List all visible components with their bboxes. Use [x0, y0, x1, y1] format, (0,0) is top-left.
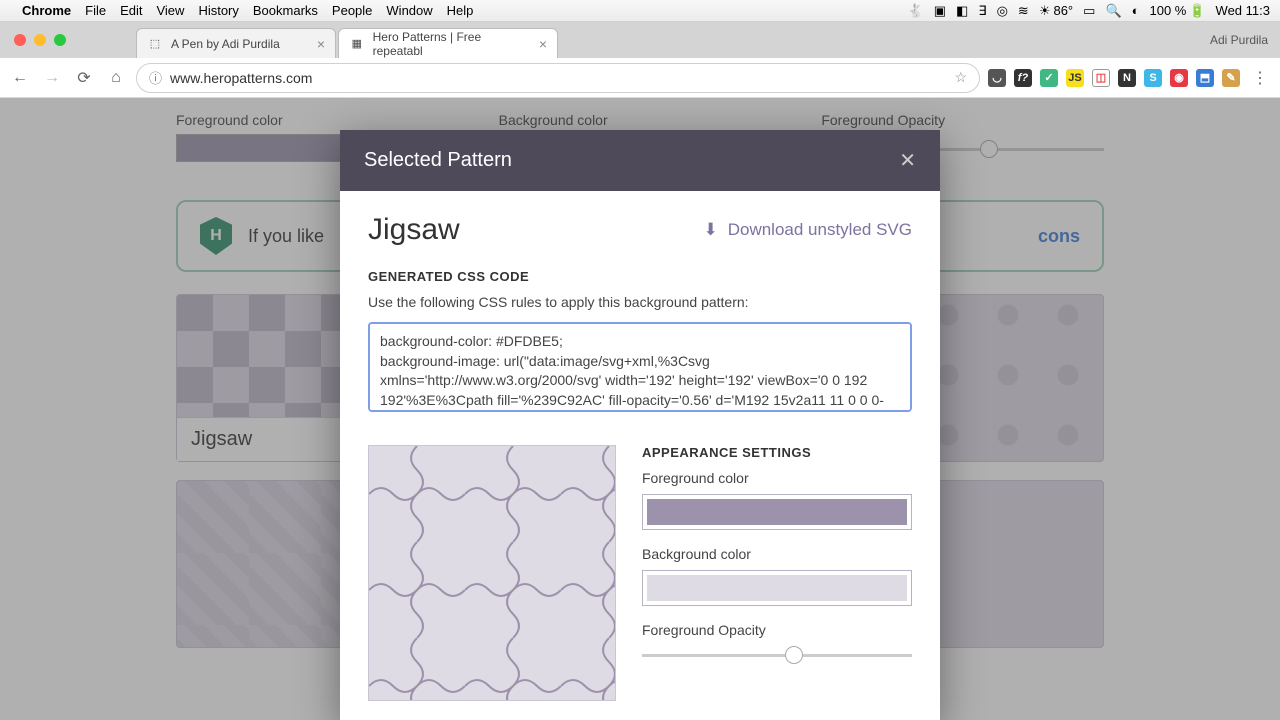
modal-header: Selected Pattern ✕	[340, 130, 940, 191]
back-button[interactable]: ←	[8, 66, 32, 90]
home-button[interactable]: ⌂	[104, 66, 128, 90]
weather-icon[interactable]: ☀︎ 86°	[1039, 3, 1073, 19]
menu-window[interactable]: Window	[386, 3, 432, 18]
section-label: GENERATED CSS CODE	[368, 269, 912, 284]
pattern-preview	[368, 445, 616, 701]
favicon-icon: ▦	[349, 36, 365, 52]
status-icon[interactable]: ◐	[1132, 3, 1140, 18]
reload-button[interactable]: ⟳	[72, 66, 96, 90]
download-icon: ⬇	[703, 220, 717, 240]
chrome-menu-icon[interactable]: ⋮	[1248, 66, 1272, 90]
extension-icon[interactable]: JS	[1066, 69, 1084, 87]
extension-icons: ◡ f? ✓ JS ◫ N S ◉ ⬒ ✎ ⋮	[988, 66, 1272, 90]
clock[interactable]: Wed 11:3	[1216, 3, 1270, 18]
fg-color-swatch[interactable]	[642, 494, 912, 530]
favicon-icon: ⬚	[147, 36, 163, 52]
bg-color-swatch[interactable]	[642, 570, 912, 606]
section-description: Use the following CSS rules to apply thi…	[368, 294, 912, 310]
spotlight-icon[interactable]: 🔍	[1105, 3, 1121, 19]
app-name[interactable]: Chrome	[22, 3, 71, 18]
forward-button[interactable]: →	[40, 66, 64, 90]
extension-icon[interactable]: ✎	[1222, 69, 1240, 87]
menu-file[interactable]: File	[85, 3, 106, 18]
section-label: APPEARANCE SETTINGS	[642, 445, 912, 460]
window-controls	[8, 34, 66, 46]
browser-window: ⬚ A Pen by Adi Purdila × ▦ Hero Patterns…	[0, 22, 1280, 720]
modal-overlay[interactable]: Selected Pattern ✕ Jigsaw ⬇ Download uns…	[0, 98, 1280, 720]
menu-edit[interactable]: Edit	[120, 3, 142, 18]
opacity-slider[interactable]	[642, 654, 912, 657]
close-window-icon[interactable]	[14, 34, 26, 46]
download-label: Download unstyled SVG	[728, 220, 912, 240]
menu-history[interactable]: History	[198, 3, 238, 18]
field-label: Foreground color	[642, 470, 912, 486]
menu-people[interactable]: People	[332, 3, 372, 18]
download-svg-link[interactable]: ⬇ Download unstyled SVG	[703, 220, 912, 240]
extension-icon[interactable]: S	[1144, 69, 1162, 87]
close-tab-icon[interactable]: ×	[317, 36, 325, 52]
status-icon[interactable]: ≋	[1018, 3, 1029, 19]
extension-icon[interactable]: N	[1118, 69, 1136, 87]
status-icon[interactable]: ◧	[956, 3, 968, 19]
field-label: Foreground Opacity	[642, 622, 912, 638]
maximize-window-icon[interactable]	[54, 34, 66, 46]
menu-help[interactable]: Help	[447, 3, 474, 18]
extension-icon[interactable]: ◉	[1170, 69, 1188, 87]
browser-tab[interactable]: ▦ Hero Patterns | Free repeatabl ×	[338, 28, 558, 58]
css-code-textarea[interactable]	[368, 322, 912, 412]
menu-bookmarks[interactable]: Bookmarks	[253, 3, 318, 18]
modal-title: Selected Pattern	[364, 149, 512, 172]
macos-menubar: Chrome File Edit View History Bookmarks …	[0, 0, 1280, 22]
extension-icon[interactable]: f?	[1014, 69, 1032, 87]
extension-icon[interactable]: ⬒	[1196, 69, 1214, 87]
url-text: www.heropatterns.com	[170, 70, 312, 86]
status-icon[interactable]: ∃	[978, 3, 986, 19]
status-icon[interactable]: 🐇	[908, 3, 924, 19]
field-label: Background color	[642, 546, 912, 562]
close-tab-icon[interactable]: ×	[539, 36, 547, 52]
secure-icon: ⓘ	[149, 68, 162, 87]
pattern-name: Jigsaw	[368, 213, 460, 247]
bookmark-star-icon[interactable]: ☆	[954, 69, 967, 86]
extension-icon[interactable]: ✓	[1040, 69, 1058, 87]
selected-pattern-modal: Selected Pattern ✕ Jigsaw ⬇ Download uns…	[340, 130, 940, 720]
extension-icon[interactable]: ◡	[988, 69, 1006, 87]
minimize-window-icon[interactable]	[34, 34, 46, 46]
extension-icon[interactable]: ◫	[1092, 69, 1110, 87]
tab-title: Hero Patterns | Free repeatabl	[373, 30, 531, 58]
page-viewport: Foreground color Background color Foregr…	[0, 98, 1280, 720]
slider-thumb[interactable]	[785, 646, 803, 664]
close-modal-icon[interactable]: ✕	[899, 148, 916, 173]
profile-name[interactable]: Adi Purdila	[1210, 33, 1268, 47]
status-icon[interactable]: ▭	[1083, 3, 1095, 19]
browser-toolbar: ← → ⟳ ⌂ ⓘ www.heropatterns.com ☆ ◡ f? ✓ …	[0, 58, 1280, 98]
address-bar[interactable]: ⓘ www.heropatterns.com ☆	[136, 63, 980, 93]
status-icon[interactable]: ◎	[997, 3, 1008, 19]
tab-strip: ⬚ A Pen by Adi Purdila × ▦ Hero Patterns…	[0, 22, 1280, 58]
browser-tab[interactable]: ⬚ A Pen by Adi Purdila ×	[136, 28, 336, 58]
status-icon[interactable]: ▣	[934, 3, 946, 19]
tab-title: A Pen by Adi Purdila	[171, 37, 280, 51]
battery-status[interactable]: 100 % 🔋	[1149, 3, 1205, 19]
menu-view[interactable]: View	[156, 3, 184, 18]
